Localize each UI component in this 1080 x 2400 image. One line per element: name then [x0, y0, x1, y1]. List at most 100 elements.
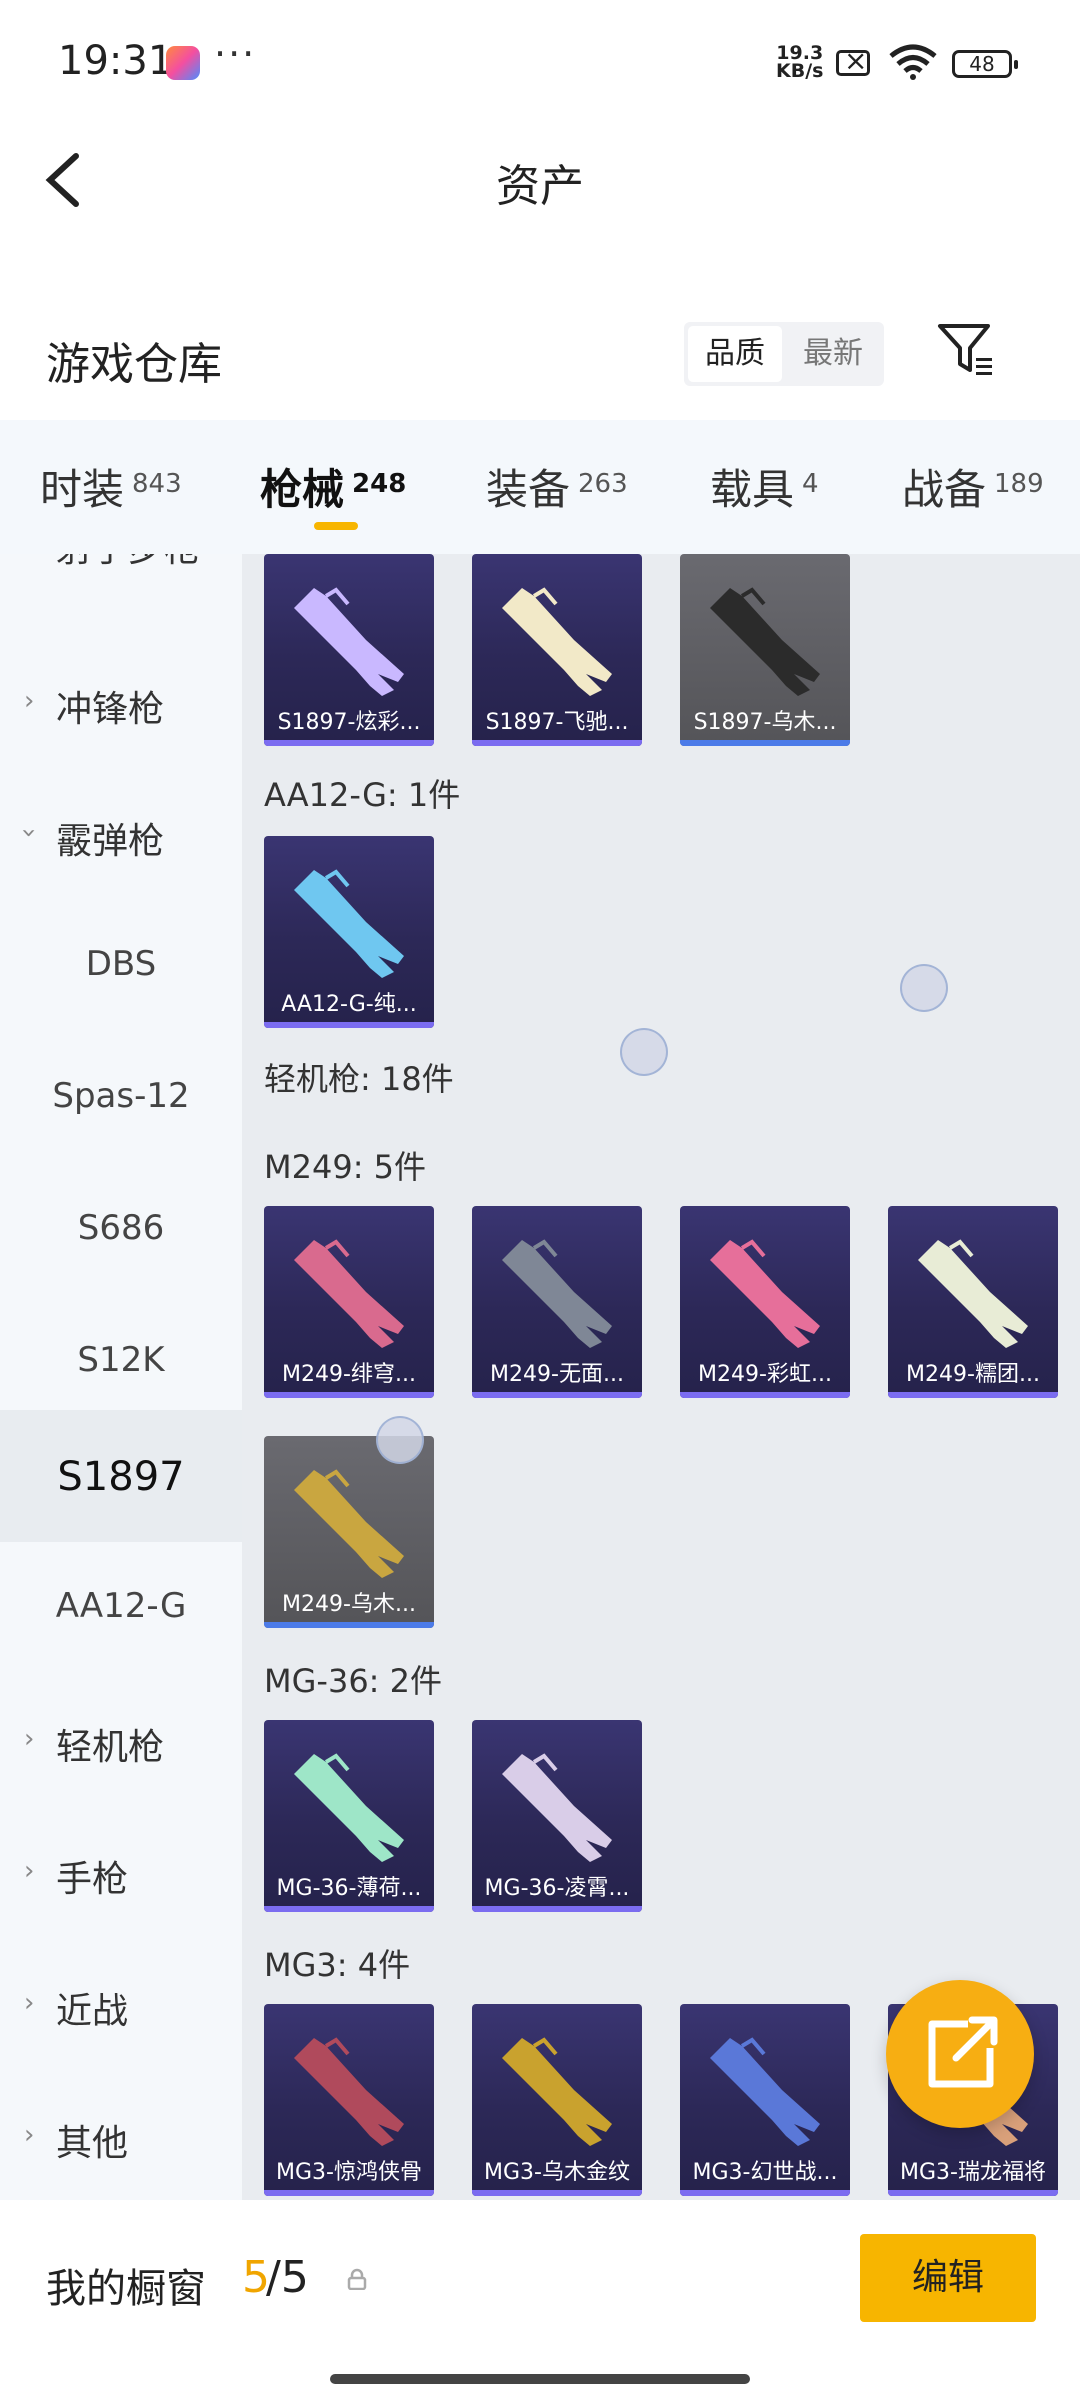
shotgun-icon	[292, 586, 406, 698]
sidebar-item-label: 手枪	[56, 1859, 129, 1900]
sidebar-item-label: S686	[77, 1208, 165, 1248]
chevron-right-icon: ›	[24, 2120, 35, 2150]
chevron-right-icon: ›	[24, 1988, 35, 2018]
sidebar-item-s1897[interactable]: S1897	[0, 1410, 242, 1542]
sidebar-item-smg[interactable]: › 冲锋枪	[0, 636, 242, 768]
showcase-count-total: /5	[266, 2252, 309, 2303]
game-app-icon	[166, 46, 200, 80]
section-header-lmg: 轻机枪: 18件	[264, 1060, 454, 1098]
weapon-name: MG3-幻世战...	[692, 2160, 838, 2185]
section-header-aa12g: AA12-G: 1件	[264, 776, 461, 814]
tab-supplies[interactable]: 战备 189	[902, 456, 1044, 517]
weapon-card[interactable]: MG3-惊鸿侠骨	[264, 2004, 434, 2196]
weapon-card[interactable]: MG3-乌木金纹	[472, 2004, 642, 2196]
filter-icon[interactable]	[936, 320, 996, 380]
sidebar-item-melee[interactable]: › 近战	[0, 1938, 242, 2070]
weapon-card[interactable]: MG3-幻世战...	[680, 2004, 850, 2196]
tab-firearms[interactable]: 枪械 248	[260, 456, 406, 517]
chevron-right-icon: ›	[24, 554, 34, 556]
weapon-name: M249-彩虹...	[698, 1362, 832, 1387]
section-header-mg3: MG3: 4件	[264, 1946, 411, 1984]
sidebar-item-spas12[interactable]: Spas-12	[0, 1032, 242, 1164]
tab-label: 载具	[710, 465, 795, 514]
sidebar-item-label: S1897	[57, 1454, 185, 1500]
sidebar-item-aa12g[interactable]: AA12-G	[0, 1542, 242, 1674]
lock-icon	[347, 2268, 367, 2290]
network-speed: 19.3 KB/s	[776, 44, 824, 82]
machine-gun-icon	[292, 1238, 406, 1350]
sidebar-item-lmg[interactable]: › 轻机枪	[0, 1674, 242, 1806]
chevron-down-icon: ›	[14, 827, 45, 839]
sidebar-item-label: 霰弹枪	[56, 821, 165, 862]
touch-indicator	[900, 964, 948, 1012]
sort-quality-button[interactable]: 品质	[688, 326, 782, 382]
weapon-card[interactable]: M249-彩虹...	[680, 1206, 850, 1398]
weapon-name: M249-绯穹...	[282, 1362, 416, 1387]
sidebar-item-pistol[interactable]: › 手枪	[0, 1806, 242, 1938]
battery-icon: 48	[952, 50, 1018, 78]
sidebar-item-label: AA12-G	[55, 1586, 187, 1626]
active-tab-indicator	[314, 522, 358, 530]
rifle-icon	[292, 868, 406, 980]
sidebar-item-s686[interactable]: S686	[0, 1164, 242, 1296]
weapon-card[interactable]: MG-36-薄荷...	[264, 1720, 434, 1912]
tab-vehicles[interactable]: 载具 4	[710, 456, 819, 517]
weapon-card[interactable]: S1897-飞驰...	[472, 554, 642, 746]
weapon-card[interactable]: S1897-乌木...	[680, 554, 850, 746]
tab-count: 4	[802, 469, 819, 499]
weapon-card[interactable]: M249-无面...	[472, 1206, 642, 1398]
shotgun-icon	[500, 586, 614, 698]
weapon-name: MG3-瑞龙福将	[900, 2160, 1046, 2185]
sidebar-item-label: DBS	[85, 944, 157, 984]
machine-gun-icon	[500, 1752, 614, 1864]
home-indicator	[330, 2374, 750, 2384]
weapon-card[interactable]: AA12-G-纯...	[264, 836, 434, 1028]
page-title: 资产	[496, 161, 584, 212]
tab-label: 枪械	[260, 465, 345, 514]
sidebar-item-other[interactable]: › 其他	[0, 2070, 242, 2200]
wifi-icon	[889, 44, 937, 80]
machine-gun-icon	[708, 2036, 822, 2148]
machine-gun-icon	[500, 1238, 614, 1350]
sidebar-item-dbs[interactable]: DBS	[0, 900, 242, 1032]
showcase-label: 我的橱窗	[46, 2266, 206, 2312]
section-header-m249: M249: 5件	[264, 1148, 427, 1186]
share-button[interactable]	[886, 1980, 1034, 2128]
sidebar-item-shotgun[interactable]: › 霰弹枪	[0, 768, 242, 900]
tab-fashion[interactable]: 时装 843	[40, 456, 182, 517]
shotgun-icon	[708, 586, 822, 698]
weapon-name: AA12-G-纯...	[281, 992, 417, 1017]
category-sidebar: › 射手步枪 › 冲锋枪 › 霰弹枪 DBS Spas-12 S686 S12K…	[0, 554, 242, 2200]
machine-gun-icon	[292, 1752, 406, 1864]
tab-count: 189	[994, 469, 1044, 499]
machine-gun-icon	[708, 1238, 822, 1350]
weapon-name: S1897-炫彩...	[277, 710, 421, 735]
sort-latest-button[interactable]: 最新	[786, 326, 880, 382]
tab-label: 装备	[486, 465, 571, 514]
weapon-card[interactable]: M249-乌木...	[264, 1436, 434, 1628]
weapon-card[interactable]: M249-糯团...	[888, 1206, 1058, 1398]
chevron-right-icon: ›	[24, 1856, 35, 1886]
tab-count: 263	[578, 469, 628, 499]
tab-count: 248	[352, 469, 407, 499]
weapon-name: M249-无面...	[490, 1362, 624, 1387]
sidebar-item-s12k[interactable]: S12K	[0, 1296, 242, 1428]
weapon-card[interactable]: M249-绯穹...	[264, 1206, 434, 1398]
weapon-name: S1897-飞驰...	[485, 710, 629, 735]
sidebar-item-label: S12K	[77, 1340, 165, 1380]
weapon-name: S1897-乌木...	[693, 710, 837, 735]
weapon-card[interactable]: S1897-炫彩...	[264, 554, 434, 746]
tab-count: 843	[132, 469, 182, 499]
sidebar-item-marksman[interactable]: › 射手步枪	[0, 554, 242, 608]
tab-equipment[interactable]: 装备 263	[486, 456, 628, 517]
no-sim-icon	[836, 44, 870, 77]
weapon-card[interactable]: MG-36-凌霄...	[472, 1720, 642, 1912]
weapon-name: MG3-乌木金纹	[484, 2160, 630, 2185]
network-speed-unit: KB/s	[776, 60, 824, 82]
sidebar-item-label: 冲锋枪	[56, 689, 165, 730]
edit-button[interactable]: 编辑	[860, 2234, 1036, 2322]
sidebar-item-label: 射手步枪	[56, 554, 200, 572]
sidebar-item-label: 轻机枪	[56, 1727, 165, 1768]
touch-indicator	[376, 1416, 424, 1464]
chevron-right-icon: ›	[24, 686, 35, 716]
